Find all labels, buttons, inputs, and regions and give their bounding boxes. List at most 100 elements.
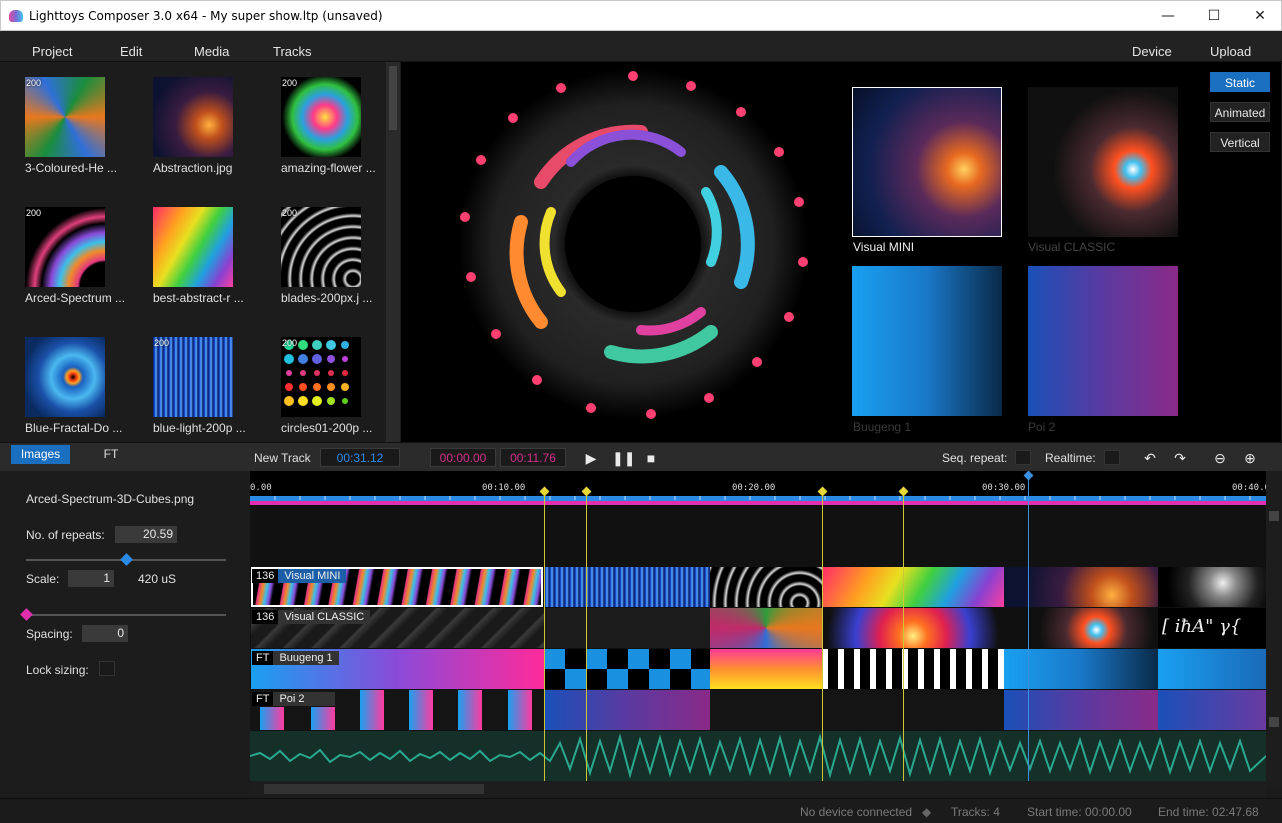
poi-thumb[interactable] (1028, 266, 1178, 416)
clip[interactable] (409, 690, 433, 730)
media-label: Arced-Spectrum ... (25, 291, 126, 305)
vertical-mode-button[interactable]: Vertical (1210, 132, 1270, 152)
minimize-button[interactable]: — (1145, 1, 1191, 31)
playhead[interactable] (1023, 471, 1034, 787)
visual-classic-thumb[interactable] (1028, 87, 1178, 237)
track-poi[interactable]: FT Poi 2 (250, 690, 1266, 730)
clip[interactable] (544, 567, 710, 607)
visual-mini-label: Visual MINI (853, 240, 915, 254)
media-thumb-circles[interactable]: 200 (281, 337, 361, 417)
scale-input[interactable]: 1 (68, 570, 114, 587)
timeline-horizontal-scrollbar[interactable] (250, 781, 1266, 797)
progress-bar[interactable] (250, 496, 1266, 505)
timeline-vertical-scrollbar[interactable] (1266, 471, 1282, 787)
clip[interactable] (508, 690, 532, 730)
track-number: FT (252, 692, 274, 706)
size-badge: 200 (282, 78, 298, 88)
track-length-field[interactable]: 00:31.12 (320, 448, 400, 467)
spacing-slider-knob[interactable] (20, 608, 33, 621)
sequence-marker[interactable] (581, 486, 592, 787)
sequence-marker[interactable] (898, 486, 909, 787)
zoom-out-icon[interactable]: ⊖ (1211, 449, 1229, 467)
maximize-button[interactable]: ☐ (1191, 1, 1237, 31)
media-thumb-amazing-flower[interactable]: 200 (281, 77, 361, 157)
clip[interactable] (458, 690, 482, 730)
media-thumb-blue-fractal[interactable] (25, 337, 105, 417)
scrollbar-thumb[interactable] (389, 66, 397, 130)
track-visual-mini[interactable]: 136 Visual MINI (250, 567, 1266, 607)
seq-repeat-checkbox[interactable] (1015, 450, 1031, 465)
menu-media[interactable]: Media (194, 44, 229, 59)
clip[interactable] (710, 608, 822, 648)
clip[interactable] (544, 649, 710, 689)
clip[interactable]: [ iħA" γ{ (1158, 608, 1266, 648)
clip[interactable] (1158, 649, 1266, 689)
clip[interactable] (822, 567, 1004, 607)
clip[interactable] (710, 567, 822, 607)
buugeng-thumb[interactable] (852, 266, 1002, 416)
clip[interactable] (260, 707, 284, 730)
stop-icon[interactable]: ■ (642, 449, 660, 467)
menu-upload[interactable]: Upload (1210, 44, 1251, 59)
sequence-marker[interactable] (539, 486, 550, 787)
clip[interactable] (1158, 690, 1266, 730)
media-thumb-arced-spectrum[interactable]: 200 (25, 207, 105, 287)
menu-project[interactable]: Project (32, 44, 72, 59)
buugeng-label: Buugeng 1 (853, 420, 912, 434)
play-icon[interactable]: ▶ (582, 449, 600, 467)
menu-edit[interactable]: Edit (120, 44, 142, 59)
zoom-in-icon[interactable]: ⊕ (1241, 449, 1259, 467)
selection-start-field[interactable]: 00:00.00 (430, 448, 496, 467)
clip[interactable] (544, 690, 710, 730)
media-thumb-blue-light[interactable]: 200 (153, 337, 233, 417)
track-name: Visual CLASSIC (278, 610, 371, 624)
sequence-marker[interactable] (817, 486, 828, 787)
lock-sizing-checkbox[interactable] (99, 661, 115, 676)
media-scrollbar[interactable] (386, 62, 400, 442)
redo-icon[interactable]: ↷ (1171, 449, 1189, 467)
timeline-toolbar: Images FT New Track 00:31.12 00:00.00 00… (0, 442, 1282, 471)
spacing-slider-track[interactable] (26, 614, 226, 616)
new-track-button[interactable]: New Track (254, 451, 311, 465)
menu-bar: Project Edit Media Tracks Device Upload (0, 31, 1282, 62)
undo-icon[interactable]: ↶ (1141, 449, 1159, 467)
scrollbar-thumb[interactable] (264, 784, 484, 794)
animated-mode-button[interactable]: Animated (1210, 102, 1270, 122)
clip[interactable] (311, 707, 335, 730)
media-label: Blue-Fractal-Do ... (25, 421, 123, 435)
clip[interactable] (1158, 567, 1266, 607)
scrollbar-thumb[interactable] (1269, 717, 1279, 727)
track-number: 136 (252, 610, 279, 624)
scrollbar-thumb[interactable] (1269, 511, 1279, 521)
audio-track[interactable] (250, 731, 1266, 781)
pause-icon[interactable]: ❚❚ (612, 449, 635, 467)
media-thumb-best-abstract[interactable] (153, 207, 233, 287)
spacing-input[interactable]: 0 (82, 625, 128, 642)
clip[interactable] (710, 649, 822, 689)
track-visual-classic[interactable]: [ iħA" γ{ 136 Visual CLASSIC (250, 608, 1266, 648)
tick-label: 00:40.00 (1232, 483, 1266, 493)
menu-tracks[interactable]: Tracks (273, 44, 312, 59)
realtime-checkbox[interactable] (1104, 450, 1120, 465)
timeline[interactable]: 0.00 00:10.00 00:20.00 00:30.00 00:40.00… (250, 471, 1266, 787)
visual-mini-thumb[interactable] (852, 87, 1002, 237)
clip[interactable] (360, 690, 384, 730)
media-thumb-blades[interactable]: 200 (281, 207, 361, 287)
time-ruler[interactable]: 0.00 00:10.00 00:20.00 00:30.00 00:40.00 (250, 471, 1266, 505)
clip[interactable] (822, 608, 1004, 648)
selection-end-field[interactable]: 00:11.76 (500, 448, 566, 467)
clip[interactable] (544, 608, 710, 648)
tab-ft[interactable]: FT (84, 445, 138, 464)
static-mode-button[interactable]: Static (1210, 72, 1270, 92)
media-thumb-abstraction[interactable] (153, 77, 233, 157)
menu-device[interactable]: Device (1132, 44, 1172, 59)
media-thumb-3-coloured[interactable]: 200 (25, 77, 105, 157)
repeats-input[interactable]: 20.59 (115, 526, 177, 543)
close-button[interactable]: ✕ (1237, 1, 1282, 31)
track-label: 136 Visual MINI (252, 569, 347, 583)
repeats-slider-knob[interactable] (120, 553, 133, 566)
tab-images[interactable]: Images (11, 445, 70, 464)
track-buugeng[interactable]: FT Buugeng 1 (250, 649, 1266, 689)
clip[interactable] (822, 649, 1004, 689)
size-badge: 200 (26, 78, 42, 88)
